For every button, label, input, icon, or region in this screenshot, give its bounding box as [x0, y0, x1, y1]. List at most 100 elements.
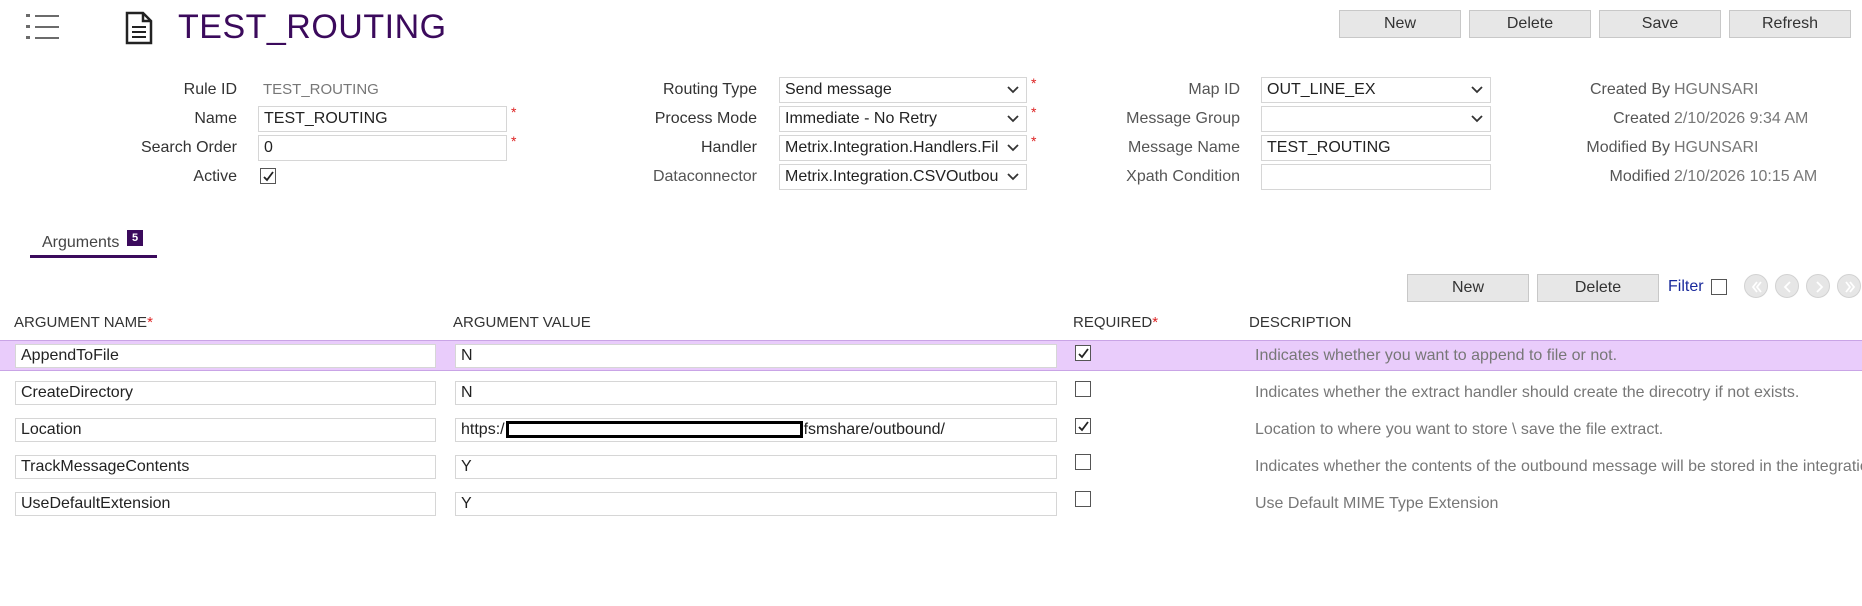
argument-name-input[interactable]: Location: [15, 418, 436, 442]
routing-type-select[interactable]: Send message: [779, 77, 1027, 103]
dataconnector-label: Dataconnector: [652, 168, 757, 185]
column-header-required[interactable]: REQUIRED*: [1073, 314, 1158, 331]
chevron-down-icon: [1007, 144, 1019, 152]
page-title: TEST_ROUTING: [178, 8, 447, 46]
column-header-argument-name[interactable]: ARGUMENT NAME*: [14, 314, 153, 331]
required-marker: *: [1152, 314, 1159, 331]
first-page-icon[interactable]: [1744, 274, 1768, 298]
argument-value-input[interactable]: N: [455, 381, 1057, 405]
table-row[interactable]: AppendToFile N Indicates whether you wan…: [0, 340, 1862, 371]
column-header-argument-value[interactable]: ARGUMENT VALUE: [453, 314, 591, 331]
column-header-description[interactable]: DESCRIPTION: [1249, 314, 1352, 331]
chevron-down-icon: [1007, 115, 1019, 123]
active-checkbox[interactable]: [260, 168, 276, 184]
handler-value: Metrix.Integration.Handlers.Fil: [785, 139, 999, 156]
dataconnector-select[interactable]: Metrix.Integration.CSVOutbou: [779, 164, 1027, 190]
grid-new-button[interactable]: New: [1407, 274, 1529, 302]
created-by-value: HGUNSARI: [1674, 81, 1759, 98]
tab-arguments-badge: 5: [127, 230, 143, 246]
table-row[interactable]: Location https:/ fsmshare/outbound/ Locat…: [0, 416, 1862, 447]
modified-label: Modified: [1609, 168, 1670, 185]
required-checkbox[interactable]: [1075, 381, 1091, 397]
new-button[interactable]: New: [1339, 10, 1461, 38]
name-input[interactable]: TEST_ROUTING: [258, 106, 507, 132]
document-icon: [124, 11, 154, 45]
map-id-select[interactable]: OUT_LINE_EX: [1261, 77, 1491, 103]
routing-type-required-marker: *: [1031, 75, 1037, 91]
process-mode-value: Immediate - No Retry: [785, 110, 938, 127]
column-header-required-label: REQUIRED: [1073, 314, 1153, 331]
save-button[interactable]: Save: [1599, 10, 1721, 38]
process-mode-select[interactable]: Immediate - No Retry: [779, 106, 1027, 132]
chevron-down-icon: [1007, 86, 1019, 94]
search-order-input[interactable]: 0: [258, 135, 507, 161]
handler-label: Handler: [700, 139, 757, 156]
description-text: Use Default MIME Type Extension: [1255, 495, 1499, 512]
process-mode-label: Process Mode: [654, 110, 757, 127]
handler-select[interactable]: Metrix.Integration.Handlers.Fil: [779, 135, 1027, 161]
created-label: Created: [1613, 110, 1670, 127]
menu-icon[interactable]: [26, 12, 60, 42]
argument-value-prefix: https:/: [461, 421, 505, 438]
next-page-icon[interactable]: [1806, 274, 1830, 298]
delete-button[interactable]: Delete: [1469, 10, 1591, 38]
dataconnector-value: Metrix.Integration.CSVOutbou: [785, 168, 999, 185]
argument-name-input[interactable]: UseDefaultExtension: [15, 492, 436, 516]
argument-name-input[interactable]: AppendToFile: [15, 344, 436, 368]
routing-type-value: Send message: [785, 81, 892, 98]
table-row[interactable]: UseDefaultExtension Y Use Default MIME T…: [0, 490, 1862, 521]
tab-arguments-label: Arguments: [42, 234, 120, 251]
table-row[interactable]: CreateDirectory N Indicates whether the …: [0, 379, 1862, 410]
argument-name-input[interactable]: CreateDirectory: [15, 381, 436, 405]
refresh-button[interactable]: Refresh: [1729, 10, 1851, 38]
argument-value-input[interactable]: Y: [455, 492, 1057, 516]
filter-checkbox[interactable]: [1711, 279, 1727, 295]
required-checkbox[interactable]: [1075, 345, 1091, 361]
description-text: Indicates whether you want to append to …: [1255, 347, 1618, 364]
process-mode-required-marker: *: [1031, 104, 1037, 120]
required-checkbox[interactable]: [1075, 418, 1091, 434]
argument-name-input[interactable]: TrackMessageContents: [15, 455, 436, 479]
active-label: Active: [193, 168, 237, 185]
required-checkbox[interactable]: [1075, 454, 1091, 470]
rule-id-value: TEST_ROUTING: [263, 81, 379, 98]
search-order-label: Search Order: [140, 139, 237, 156]
name-required-marker: *: [511, 104, 517, 120]
chevron-down-icon: [1471, 115, 1483, 123]
chevron-down-icon: [1007, 173, 1019, 181]
description-text: Location to where you want to store \ sa…: [1255, 421, 1664, 438]
argument-value-input[interactable]: N: [455, 344, 1057, 368]
modified-by-value: HGUNSARI: [1674, 139, 1759, 156]
argument-value-input[interactable]: Y: [455, 455, 1057, 479]
filter-label: Filter: [1668, 278, 1704, 295]
required-checkbox[interactable]: [1075, 491, 1091, 507]
last-page-icon[interactable]: [1837, 274, 1861, 298]
argument-value-suffix: fsmshare/outbound/: [803, 421, 945, 438]
required-marker: *: [147, 314, 153, 331]
chevron-down-icon: [1471, 86, 1483, 94]
grid-delete-button[interactable]: Delete: [1537, 274, 1659, 302]
message-group-label: Message Group: [1126, 110, 1240, 127]
name-label: Name: [194, 110, 237, 127]
xpath-condition-input[interactable]: [1261, 164, 1491, 190]
previous-page-icon[interactable]: [1775, 274, 1799, 298]
map-id-label: Map ID: [1188, 81, 1240, 98]
column-header-argument-name-label: ARGUMENT NAME: [14, 314, 148, 331]
table-row[interactable]: TrackMessageContents Y Indicates whether…: [0, 453, 1862, 484]
modified-value: 2/10/2026 10:15 AM: [1674, 168, 1818, 185]
search-order-required-marker: *: [511, 133, 517, 149]
description-text: Indicates whether the extract handler sh…: [1255, 384, 1800, 401]
handler-required-marker: *: [1031, 133, 1037, 149]
routing-type-label: Routing Type: [663, 81, 757, 98]
description-text: Indicates whether the contents of the ou…: [1255, 458, 1862, 475]
argument-value-input[interactable]: https:/ fsmshare/outbound/: [455, 418, 1057, 442]
created-value: 2/10/2026 9:34 AM: [1674, 110, 1809, 127]
map-id-value: OUT_LINE_EX: [1267, 81, 1376, 98]
message-name-input[interactable]: TEST_ROUTING: [1261, 135, 1491, 161]
rule-id-label: Rule ID: [183, 81, 237, 98]
modified-by-label: Modified By: [1586, 139, 1670, 156]
message-group-select[interactable]: [1261, 106, 1491, 132]
redacted-block: [505, 421, 803, 439]
tab-arguments[interactable]: Arguments 5: [30, 230, 157, 258]
xpath-condition-label: Xpath Condition: [1126, 168, 1240, 185]
